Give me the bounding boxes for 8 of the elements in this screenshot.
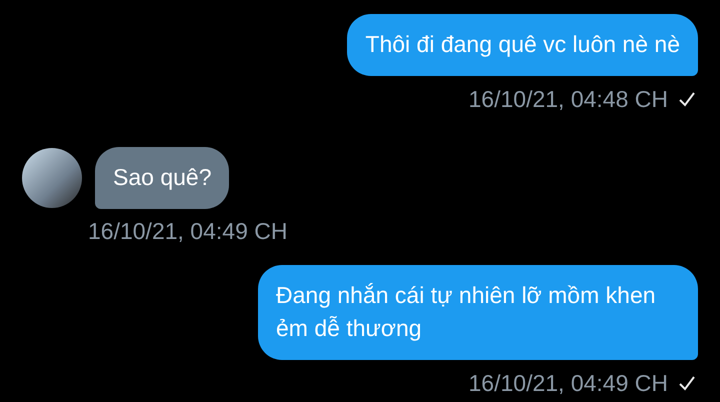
timestamp: 16/10/21, 04:48 CH (468, 86, 668, 112)
checkmark-icon (678, 375, 696, 391)
message-bubble: Sao quê? (95, 147, 230, 209)
timestamp: 16/10/21, 04:49 CH (468, 370, 668, 396)
message-bubble: Đang nhắn cái tự nhiên lỡ mồm khen ẻm dễ thương (258, 265, 698, 360)
timestamp: 16/10/21, 04:49 CH (88, 218, 288, 244)
checkmark-icon (678, 91, 696, 107)
message-bubble: Thôi đi đang quê vc luôn nè nè (347, 14, 698, 76)
